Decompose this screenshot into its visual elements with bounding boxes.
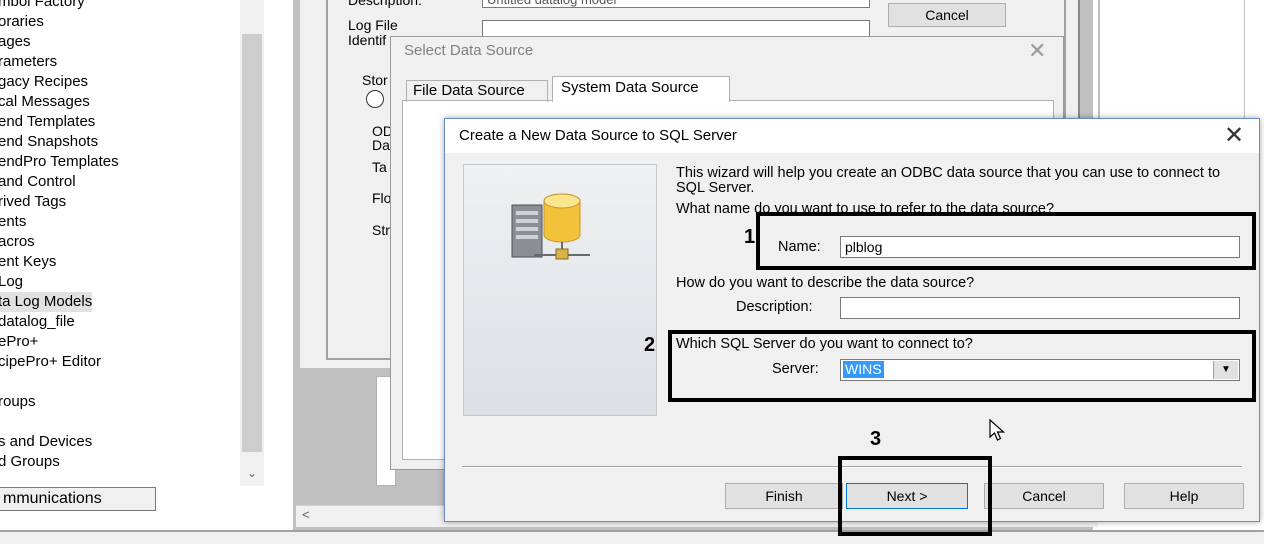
help-button[interactable]: Help — [1124, 483, 1244, 509]
tree-item[interactable]: Log — [0, 272, 23, 292]
tree-item[interactable]: ages — [0, 32, 31, 52]
annotation-number-1: 1 — [744, 226, 756, 248]
tree-item-selected[interactable]: ta Log Models — [0, 292, 93, 312]
mouse-cursor-icon — [989, 418, 1006, 441]
description-question: How do you want to describe the data sou… — [676, 275, 975, 291]
annotation-box-1 — [756, 212, 1256, 270]
annotation-box-3 — [838, 456, 992, 536]
finish-button[interactable]: Finish — [725, 483, 843, 509]
tree-item[interactable]: cipePro+ Editor — [0, 352, 101, 372]
chevron-down-icon[interactable]: ⌄ — [240, 463, 264, 483]
tree-scrollbar-thumb[interactable] — [242, 34, 262, 452]
tree-item[interactable]: end Snapshots — [0, 132, 98, 152]
description-label: Description: — [348, 0, 422, 8]
cancel-button[interactable]: Cancel — [984, 483, 1104, 509]
tree-item[interactable]: rameters — [0, 52, 57, 72]
annotation-number-2: 2 — [644, 334, 656, 356]
annotation-box-2 — [668, 330, 1256, 402]
tab-system-data-source[interactable]: System Data Source — [552, 76, 730, 102]
tree-item[interactable]: datalog_file — [0, 312, 75, 332]
tree-item[interactable]: ent Keys — [0, 252, 56, 272]
close-icon[interactable]: ✕ — [1028, 38, 1046, 64]
tree-item[interactable]: mbol Factory — [0, 0, 85, 12]
radio-button[interactable] — [366, 90, 384, 108]
cancel-button[interactable]: Cancel — [888, 3, 1006, 27]
wizard-image-panel — [463, 164, 657, 416]
tree-item[interactable]: roups — [0, 392, 36, 412]
tree-item[interactable]: endPro Templates — [0, 152, 119, 172]
dialog-title: Create a New Data Source to SQL Server — [459, 127, 737, 144]
tree-item[interactable]: end Templates — [0, 112, 95, 132]
annotation-number-3: 3 — [870, 428, 882, 450]
side-label: Da — [372, 137, 390, 153]
dialog-title: Select Data Source — [404, 42, 534, 59]
server-database-icon — [511, 193, 590, 260]
tree-item[interactable]: gacy Recipes — [0, 72, 88, 92]
tree-item[interactable]: cal Messages — [0, 92, 90, 112]
tree-item[interactable]: ePro+ — [0, 332, 38, 352]
tree-item[interactable]: rived Tags — [0, 192, 66, 212]
tree-item[interactable]: and Control — [0, 172, 76, 192]
description-input[interactable] — [840, 297, 1240, 319]
tree-item[interactable]: acros — [0, 232, 35, 252]
tab-communications[interactable]: mmunications — [0, 487, 156, 511]
tree-item[interactable]: s and Devices — [0, 432, 92, 452]
description-field[interactable]: Untitled datalog model — [482, 0, 870, 8]
side-label: Flo — [372, 190, 392, 206]
chevron-left-icon[interactable]: < — [302, 507, 310, 522]
tree-item[interactable]: d Groups — [0, 452, 60, 472]
description-label: Description: — [736, 299, 813, 315]
tab-file-data-source[interactable]: File Data Source — [406, 80, 548, 102]
tree-item[interactable]: oraries — [0, 12, 44, 32]
close-icon[interactable]: ✕ — [1224, 121, 1244, 150]
wizard-intro-text: This wizard will help you create an ODBC… — [676, 165, 1221, 196]
side-label: Stor — [362, 72, 388, 88]
side-label: Ta — [372, 159, 387, 175]
tree-item[interactable]: ents — [0, 212, 26, 232]
side-label: Str — [372, 222, 390, 238]
status-bar — [0, 530, 1264, 544]
navigation-tree: mbol Factory oraries ages rameters gacy … — [0, 0, 268, 488]
